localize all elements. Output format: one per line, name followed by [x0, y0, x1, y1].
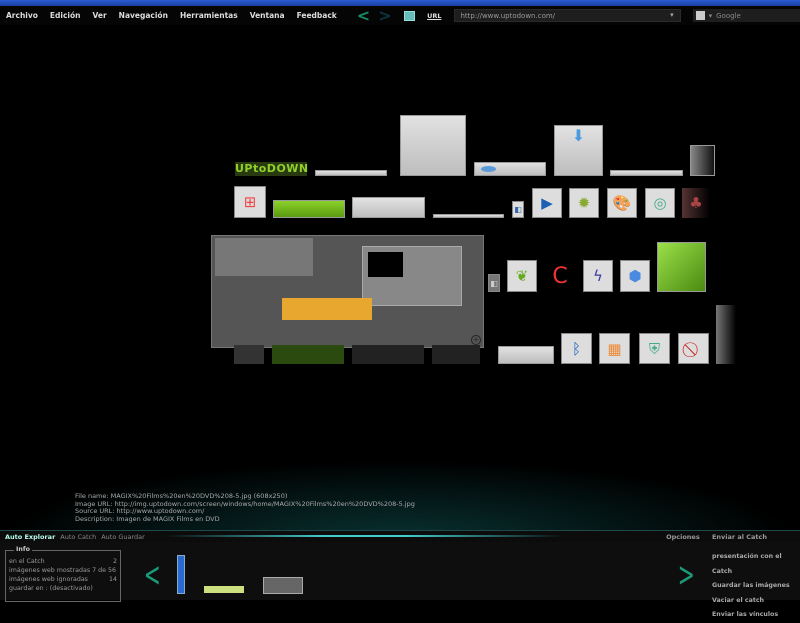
thumbnail[interactable]	[610, 170, 683, 176]
forbidden-icon-thumbnail[interactable]: ⃠	[678, 333, 709, 364]
catch-item-uptodown[interactable]	[204, 586, 244, 593]
download-icon-thumbnail[interactable]: ⬇	[554, 125, 603, 176]
thumbnail[interactable]	[690, 145, 715, 176]
video-preview	[215, 238, 313, 276]
send-links-button[interactable]: Enviar las vínculos	[712, 608, 800, 623]
url-input[interactable]: http://www.uptodown.com/ ▾	[453, 9, 681, 22]
menu-feedback[interactable]: Feedback	[297, 11, 337, 20]
url-label: URL	[427, 11, 442, 20]
dialog-preview	[362, 246, 462, 306]
info-label: en el Catch	[9, 558, 45, 565]
search-placeholder: Google	[716, 11, 741, 20]
thumbnail[interactable]	[352, 197, 425, 218]
thumbnail[interactable]	[234, 345, 264, 364]
url-dropdown-icon[interactable]: ▾	[670, 11, 674, 19]
info-label: guardar en : (desactivado)	[9, 585, 93, 592]
palette-icon-thumbnail[interactable]: 🎨	[607, 188, 637, 218]
send-to-catch-button[interactable]: Enviar al Catch	[712, 533, 767, 541]
catch-prev-arrow-icon[interactable]: <	[144, 555, 161, 595]
thumbnail[interactable]	[498, 346, 554, 364]
thumbnail[interactable]	[474, 162, 546, 176]
tree-icon-thumbnail[interactable]: ♣	[682, 188, 710, 218]
hexagon-icon-thumbnail[interactable]: ⬢	[620, 260, 650, 292]
progress-bar	[165, 535, 565, 537]
thumbnail[interactable]: ◧	[488, 274, 500, 292]
scroll-handle[interactable]	[177, 555, 185, 594]
info-title: Info	[14, 546, 32, 553]
info-value: 2	[112, 558, 117, 565]
thumbnail[interactable]	[432, 345, 480, 364]
info-label: imágenes web ignoradas	[9, 576, 88, 583]
ccleaner-icon-thumbnail[interactable]: C	[546, 260, 574, 292]
tab-auto-catch[interactable]: Auto Catch	[60, 533, 96, 541]
description: Description: Imagen de MAGIX Films en DV…	[75, 514, 220, 523]
uptodown-logo-thumbnail[interactable]: UPtoDOWN	[235, 162, 308, 176]
thumbnail[interactable]	[352, 345, 424, 364]
info-value: 14	[108, 576, 117, 583]
play-icon-thumbnail[interactable]: ▶	[532, 188, 562, 218]
thumbnail[interactable]	[315, 170, 387, 176]
google-icon	[695, 11, 705, 20]
leaf-icon-thumbnail[interactable]: ❦	[507, 260, 537, 292]
menu-navegacion[interactable]: Navegación	[119, 11, 168, 20]
right-tabs: Opciones Enviar al Catch	[656, 533, 767, 541]
catch-item-magix[interactable]	[263, 577, 303, 594]
tab-auto-guardar[interactable]: Auto Guardar	[101, 533, 145, 541]
menu-herramientas[interactable]: Herramientas	[180, 11, 238, 20]
info-box: Info en el Catch 2 imágenes web mostradas…	[5, 546, 121, 602]
save-images-button[interactable]: Guardar las imágenes	[712, 579, 800, 594]
thumbnail[interactable]	[716, 305, 736, 364]
thumbnail[interactable]	[400, 115, 466, 176]
zoom-plus-icon[interactable]: +	[471, 335, 481, 345]
magix-screenshot-thumbnail[interactable]: +	[211, 235, 484, 348]
thumbnail[interactable]: ◧	[512, 201, 524, 218]
green-square-thumbnail[interactable]	[657, 242, 706, 292]
pictures-icon[interactable]	[403, 10, 416, 21]
timeline-selection	[282, 298, 372, 320]
back-arrow-icon[interactable]: <	[357, 7, 370, 24]
file-info: File name: MAGIX%20Films%20en%20DVD%208-…	[75, 492, 415, 523]
forward-arrow-icon[interactable]: >	[378, 7, 391, 24]
options-button[interactable]: Opciones	[666, 533, 700, 541]
menu-ventana[interactable]: Ventana	[250, 11, 285, 20]
search-engine-dropdown-icon[interactable]: ▾	[709, 12, 713, 20]
catch-actions: presentación con el Catch Guardar las im…	[712, 550, 800, 623]
menu-archivo[interactable]: Archivo	[6, 11, 38, 20]
menu-edicion[interactable]: Edición	[50, 11, 81, 20]
tab-auto-explorar[interactable]: Auto Explorar	[5, 533, 55, 541]
bluetooth-icon-thumbnail[interactable]: ᛒ	[561, 333, 592, 364]
app-icon-thumbnail[interactable]: ✹	[569, 188, 599, 218]
thumbnail[interactable]	[433, 214, 504, 218]
windows-logo-thumbnail[interactable]: ⊞	[234, 186, 266, 218]
browser-icon-thumbnail[interactable]: ◎	[645, 188, 675, 218]
daemon-tools-icon-thumbnail[interactable]: ϟ	[583, 260, 613, 292]
menu-ver[interactable]: Ver	[92, 11, 106, 20]
menu-bar: Archivo Edición Ver Navegación Herramien…	[0, 6, 800, 25]
slideshow-button[interactable]: presentación con el Catch	[712, 550, 800, 579]
thumbnail[interactable]	[272, 345, 344, 364]
avg-icon-thumbnail[interactable]: ▦	[599, 333, 630, 364]
empty-catch-button[interactable]: Vaciar el catch	[712, 594, 800, 609]
football-shield-icon-thumbnail[interactable]: ⛨	[639, 333, 670, 364]
info-label: imágenes web mostradas 7 de 56	[9, 567, 116, 574]
search-input[interactable]: ▾ Google	[692, 9, 800, 22]
url-value: http://www.uptodown.com/	[460, 12, 556, 20]
thumbnail[interactable]	[273, 200, 345, 218]
catch-next-arrow-icon[interactable]: >	[678, 555, 695, 595]
